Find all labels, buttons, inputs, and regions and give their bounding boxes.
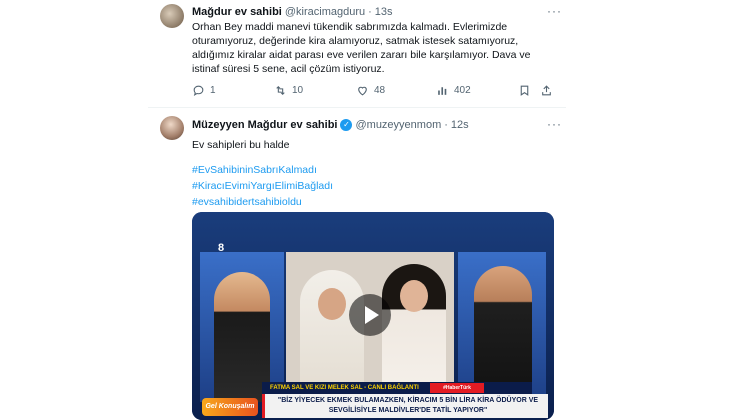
share-icon [542,85,551,96]
retweet-count: 10 [292,85,304,96]
tweet-header: Mağdur ev sahibi @kiracimagduru · 13s [192,5,393,19]
hashtag-link[interactable]: #KiracıEvimiYargıElimiBağladı [192,179,333,193]
tweet-header: Müzeyyen Mağdur ev sahibi ✓ @muzeyyenmom… [192,118,469,132]
more-options-icon[interactable]: ··· [547,117,562,131]
video-player[interactable]: 8 FATMA SAL VE KIZI MELEK SAL - CANLI BA… [192,212,554,420]
tweet-feed: Mağdur ev sahibi @kiracimagduru · 13s ··… [148,0,566,420]
timestamp[interactable]: 13s [375,5,393,19]
like-button[interactable]: 48 [356,84,385,97]
bookmark-button[interactable] [518,84,531,97]
news-ticker: "BİZ YİYECEK EKMEK BULAMAZKEN, KİRACIM 5… [262,394,548,418]
reply-icon [193,85,204,97]
views-count: 402 [454,85,471,96]
hashtag-link[interactable]: #EvSahibininSabrıKalmadı [192,163,317,177]
author-handle[interactable]: @kiracimagduru [285,5,365,19]
play-icon[interactable] [349,294,391,336]
separator: · [444,119,448,131]
live-tag: #HaberTürk [430,383,484,393]
tweet[interactable]: Müzeyyen Mağdur ev sahibi ✓ @muzeyyenmom… [148,108,566,420]
author-name[interactable]: Müzeyyen Mağdur ev sahibi [192,118,337,132]
avatar[interactable] [160,4,184,28]
hashtag-link[interactable]: #evsahibidertsahibioldu [192,195,302,209]
video-frame-left [200,252,284,402]
tweet-text: Ev sahipleri bu halde [192,139,290,151]
show-logo: Gel Konuşalım [202,398,258,416]
heart-icon [358,86,367,96]
lower-third-bar: FATMA SAL VE KIZI MELEK SAL - CANLI BAĞL… [262,382,532,394]
views-button[interactable]: 402 [436,84,471,97]
retweet-button[interactable]: 10 [274,84,303,97]
author-handle[interactable]: @muzeyyenmom [355,118,441,132]
reply-button[interactable]: 1 [192,84,216,97]
lower-third-label: FATMA SAL VE KIZI MELEK SAL - CANLI BAĞL… [270,385,419,391]
avatar[interactable] [160,116,184,140]
tweet-text-line: Orhan Bey maddi manevi tükendik sabrımız… [192,21,508,33]
reply-count: 1 [210,85,216,96]
tweet-text-line: oturamıyoruz, değerinde kira alamıyoruz,… [192,35,519,47]
tweet-text-line: istinaf süresi 5 sene, acil çözüm istiyo… [192,63,385,75]
views-icon [438,87,447,95]
like-count: 48 [374,85,386,96]
tweet-text: Orhan Bey maddi manevi tükendik sabrımız… [192,20,562,76]
video-frame-right [458,252,546,402]
timestamp[interactable]: 12s [451,118,469,132]
share-button[interactable] [540,84,553,97]
tweet-actions: 1 10 48 402 [192,84,552,100]
author-name[interactable]: Mağdur ev sahibi [192,5,282,19]
ticker-text: "BİZ YİYECEK EKMEK BULAMAZKEN, KİRACIM 5… [277,397,539,414]
verified-badge-icon: ✓ [340,119,353,131]
tweet-text-line: aldığımız kiralar aidat parası eve veril… [192,49,531,61]
bookmark-icon [520,85,529,96]
retweet-icon [276,85,285,96]
tweet[interactable]: Mağdur ev sahibi @kiracimagduru · 13s ··… [148,0,566,108]
more-options-icon[interactable]: ··· [547,4,562,18]
separator: · [368,6,372,18]
